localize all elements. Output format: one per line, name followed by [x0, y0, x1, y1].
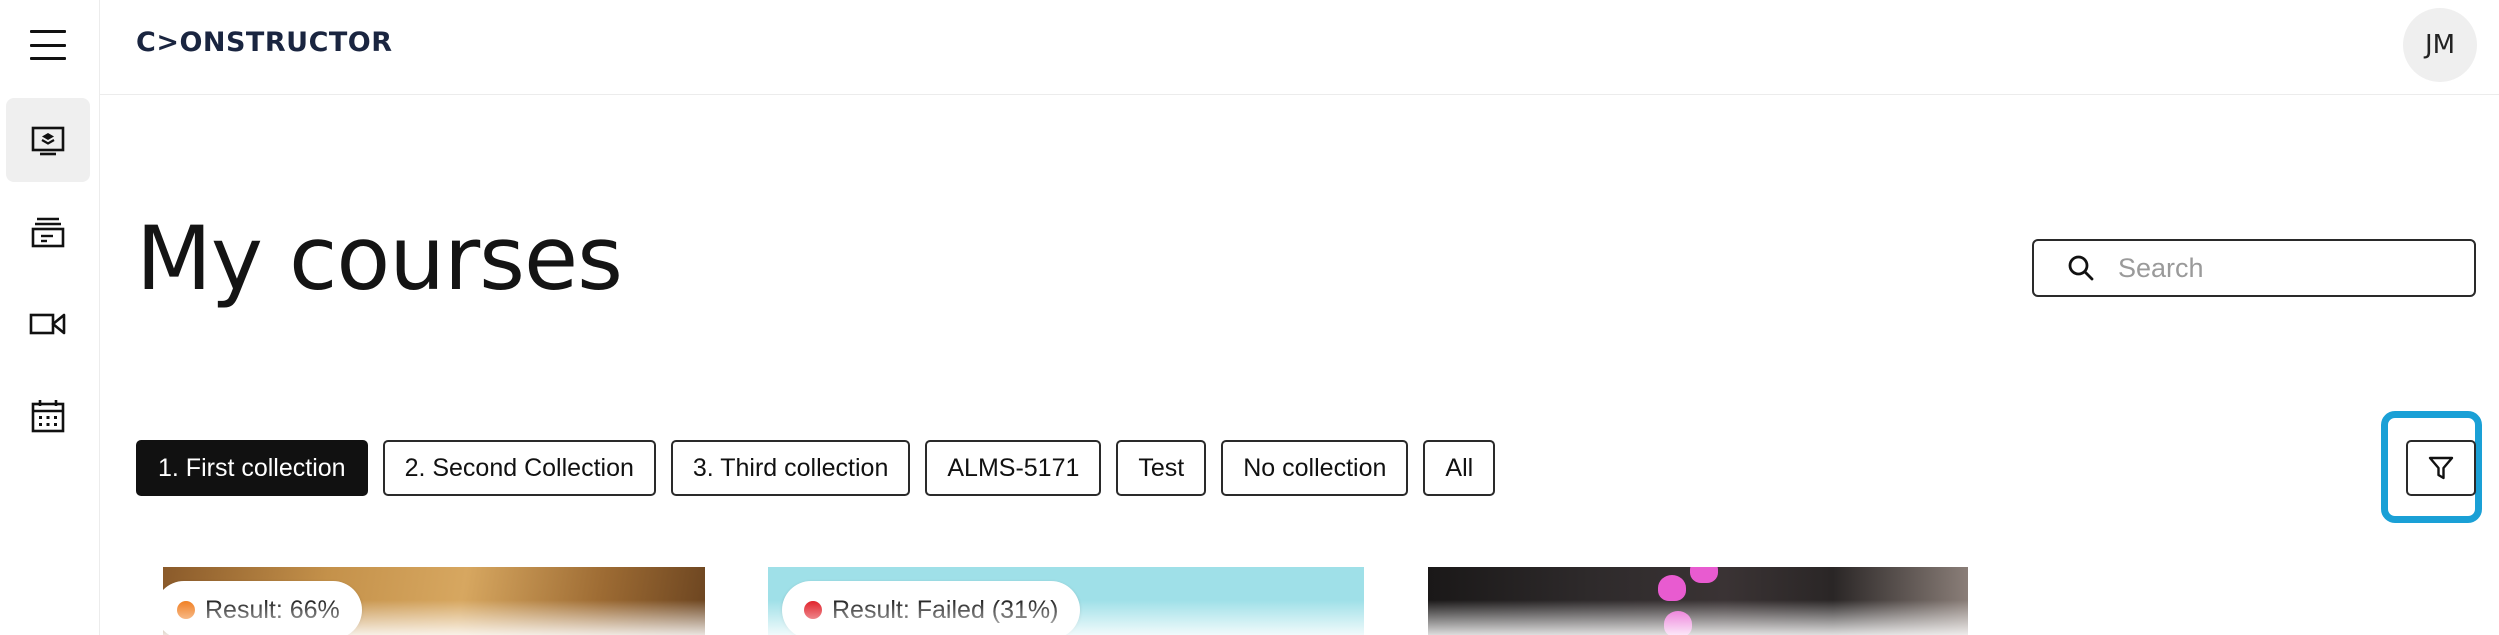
- search-box[interactable]: [2032, 239, 2476, 297]
- result-text: Result: 66%: [205, 595, 340, 624]
- result-text: Result: Failed (31%): [832, 595, 1059, 624]
- result-badge: Result: 66%: [163, 581, 362, 635]
- sidebar-item-collections[interactable]: [6, 190, 90, 274]
- constructor-logo[interactable]: C>ONSTRUCTOR: [136, 27, 393, 58]
- heart-icon: [1664, 611, 1692, 635]
- course-card[interactable]: Result: 66%: [163, 567, 705, 635]
- collection-chip-test[interactable]: Test: [1116, 440, 1207, 496]
- hamburger-menu-icon[interactable]: [30, 30, 66, 60]
- result-badge: Result: Failed (31%): [782, 581, 1081, 635]
- collection-chip-alms-5171[interactable]: ALMS-5171: [925, 440, 1102, 496]
- heart-icon: [1658, 575, 1686, 601]
- filter-button[interactable]: [2406, 440, 2476, 496]
- archive-box-icon: [31, 217, 65, 248]
- top-header: C>ONSTRUCTOR JM: [100, 0, 2499, 95]
- filter-funnel-icon: [2428, 456, 2454, 480]
- collection-chip-second[interactable]: 2. Second Collection: [382, 440, 656, 496]
- collection-chip-all[interactable]: All: [1423, 440, 1496, 496]
- collection-tabs: 1. First collection 2. Second Collection…: [136, 440, 1496, 496]
- sidebar-item-calendar[interactable]: [6, 374, 90, 458]
- sidebar-item-courses[interactable]: [6, 98, 90, 182]
- user-avatar[interactable]: JM: [2403, 8, 2477, 82]
- collection-chip-first[interactable]: 1. First collection: [136, 440, 368, 496]
- course-card[interactable]: [1428, 567, 1968, 635]
- calendar-icon: [31, 400, 65, 433]
- search-input[interactable]: [2118, 252, 2458, 284]
- status-dot-icon: [804, 601, 822, 619]
- course-layers-icon: [31, 126, 65, 156]
- course-card[interactable]: Result: Failed (31%): [768, 567, 1364, 635]
- collection-chip-no-collection[interactable]: No collection: [1221, 440, 1409, 496]
- collection-chip-third[interactable]: 3. Third collection: [670, 440, 911, 496]
- search-icon: [2068, 255, 2094, 281]
- heart-icon: [1690, 567, 1718, 583]
- sidebar: [0, 0, 100, 635]
- sidebar-item-video[interactable]: [6, 282, 90, 366]
- video-camera-icon: [29, 313, 66, 335]
- status-dot-icon: [177, 601, 195, 619]
- page-title: My courses: [136, 207, 623, 310]
